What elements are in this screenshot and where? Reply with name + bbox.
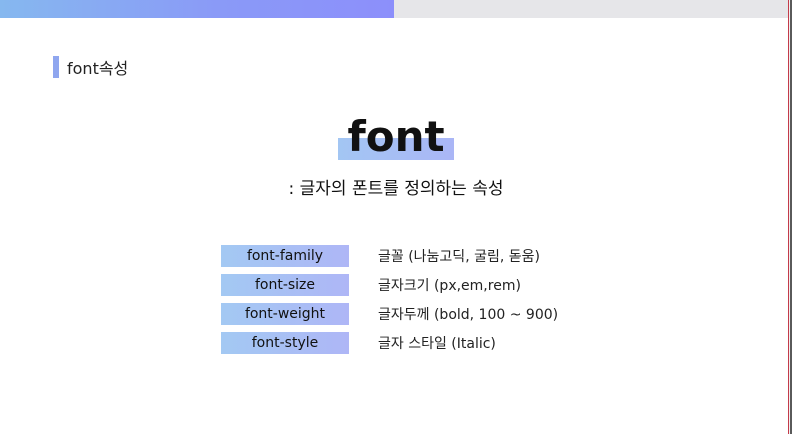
property-row: font-weight 글자두께 (bold, 100 ~ 900) — [221, 303, 558, 325]
property-desc: 글자크기 (px,em,rem) — [378, 278, 521, 294]
window-edge — [788, 0, 792, 434]
slide-progress-fill — [0, 0, 394, 18]
property-desc: 글꼴 (나눔고딕, 굴림, 돋움) — [378, 249, 540, 265]
property-name: font-style — [221, 332, 349, 354]
hero-title: font — [338, 108, 454, 166]
property-name: font-family — [221, 245, 349, 267]
property-row: font-style 글자 스타일 (Italic) — [221, 332, 558, 354]
property-row: font-family 글꼴 (나눔고딕, 굴림, 돋움) — [221, 245, 558, 267]
section-label: font속성 — [53, 55, 128, 79]
hero-subtitle: : 글자의 폰트를 정의하는 속성 — [288, 179, 504, 199]
property-name: font-size — [221, 274, 349, 296]
hero-title-text: font — [347, 112, 445, 161]
slide-progress-bar — [0, 0, 788, 18]
section-marker — [53, 56, 59, 78]
property-list: font-family 글꼴 (나눔고딕, 굴림, 돋움) font-size … — [221, 245, 558, 361]
section-title: font속성 — [67, 59, 129, 78]
property-desc: 글자두께 (bold, 100 ~ 900) — [378, 307, 559, 323]
property-name: font-weight — [221, 303, 349, 325]
hero: font — [0, 108, 792, 166]
property-row: font-size 글자크기 (px,em,rem) — [221, 274, 558, 296]
property-desc: 글자 스타일 (Italic) — [378, 336, 496, 352]
